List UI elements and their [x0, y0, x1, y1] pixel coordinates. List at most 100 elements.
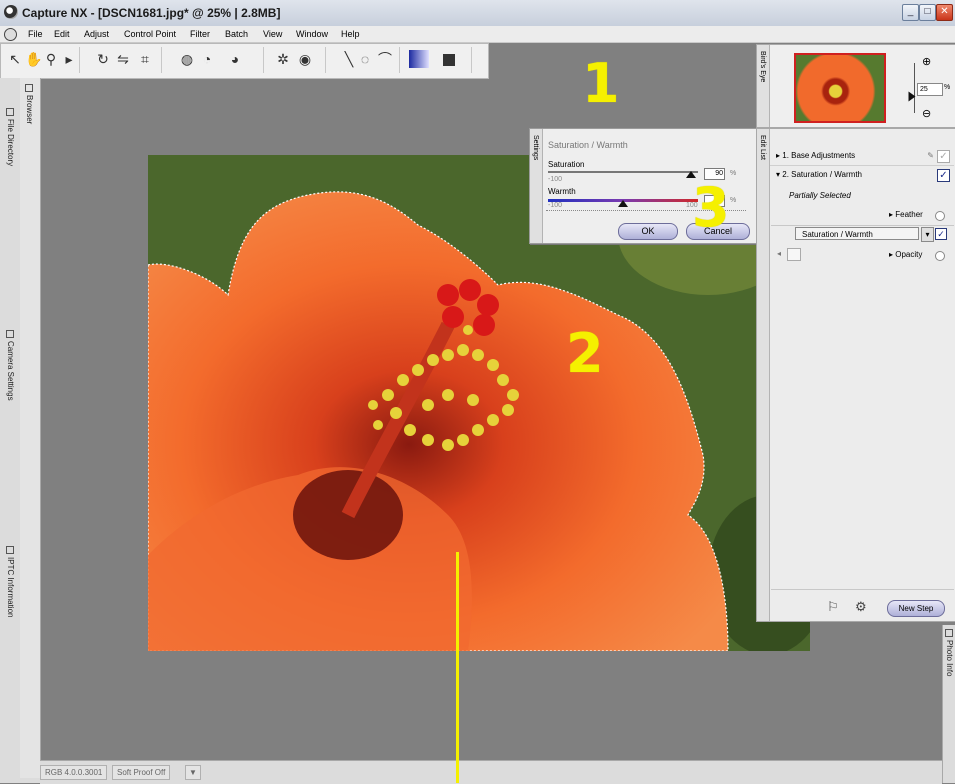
step-base-adjustments[interactable]: ▸ 1. Base Adjustments ✎ ✓	[770, 147, 954, 166]
window-title: Capture NX - [DSCN1681.jpg* @ 25% | 2.8M…	[22, 6, 281, 20]
zoom-value-field[interactable]: 25	[917, 83, 943, 96]
brush-icon: ✎	[927, 151, 934, 160]
expand-icon[interactable]: ▸	[61, 50, 77, 68]
warmth-min: -100	[548, 202, 563, 209]
file-directory-label: File Directory	[6, 119, 15, 167]
soft-proof-status[interactable]: Soft Proof Off	[112, 765, 171, 780]
lasso-icon[interactable]: ◌	[357, 50, 373, 68]
opacity-label: Opacity	[895, 250, 923, 259]
saturation-min: -100	[548, 176, 563, 183]
white-control-point-icon[interactable]: ◕	[227, 50, 243, 68]
dialog-title: Saturation / Warmth	[548, 140, 628, 150]
photo-info-strip: Photo Info	[942, 625, 955, 783]
browser-strip: Browser	[20, 78, 41, 778]
edit-list-side-tab[interactable]: Edit List	[757, 129, 770, 621]
color-control-point-icon[interactable]: ◍	[179, 50, 195, 68]
birds-eye-label: Bird's Eye	[759, 51, 766, 83]
tab-file-directory[interactable]: File Directory	[6, 108, 15, 166]
edit-list-label: Edit List	[759, 135, 766, 160]
blend-checkbox[interactable]: ✓	[935, 228, 947, 240]
red-eye-icon[interactable]: ◉	[297, 50, 313, 68]
maximize-button[interactable]: □	[919, 4, 936, 21]
menu-filter[interactable]: Filter	[190, 29, 210, 39]
fill-icon[interactable]	[443, 54, 455, 66]
rotate-icon[interactable]: ↻	[95, 50, 111, 68]
opacity-radio[interactable]	[935, 251, 945, 261]
zoom-slider-thumb[interactable]	[908, 91, 916, 102]
dropdown-arrow-icon[interactable]: ▾	[921, 227, 934, 242]
settings-label: Settings	[532, 135, 539, 161]
direct-select-icon[interactable]: ↖	[7, 50, 23, 68]
birds-eye-side-tab[interactable]: Bird's Eye	[757, 45, 770, 127]
close-button[interactable]: ✕	[936, 4, 953, 21]
menu-batch[interactable]: Batch	[225, 29, 248, 39]
minimize-button[interactable]: _	[902, 4, 919, 21]
annotation-pointer-line	[456, 552, 459, 783]
saturation-unit: %	[730, 170, 737, 177]
opacity-control[interactable]: ▸ Opacity	[889, 250, 922, 259]
menu-file[interactable]: File	[28, 29, 43, 39]
control-point-menu-icon[interactable]: ⚐	[827, 599, 839, 615]
iptc-label: IPTC Information	[6, 557, 15, 618]
auto-retouch-icon[interactable]: ✲	[275, 50, 291, 68]
zoom-in-icon[interactable]: ⊕	[922, 55, 931, 68]
tab-browser[interactable]: Browser	[25, 84, 34, 124]
zoom-unit: %	[944, 84, 951, 91]
selection-status: Partially Selected	[789, 191, 851, 200]
menu-adjust[interactable]: Adjust	[84, 29, 109, 39]
menu-edit[interactable]: Edit	[54, 29, 70, 39]
marquee-icon[interactable]: ⌒	[377, 50, 393, 68]
saturation-label: Saturation	[548, 160, 585, 169]
photo-info-label: Photo Info	[945, 640, 954, 677]
expand-arrow-icon[interactable]: ▸	[776, 151, 780, 160]
selection-brush-icon[interactable]: ╲	[341, 50, 357, 68]
menu-bar: File Edit Adjust Control Point Filter Ba…	[0, 26, 955, 43]
zoom-out-icon[interactable]: ⊖	[922, 107, 931, 120]
tab-camera-settings[interactable]: Camera Settings	[6, 330, 15, 401]
blend-mode-select[interactable]: Saturation / Warmth	[795, 227, 919, 240]
zoom-icon[interactable]: ⚲	[43, 50, 59, 68]
warmth-label: Warmth	[548, 187, 576, 196]
zoom-slider-track[interactable]	[914, 63, 915, 113]
camera-settings-label: Camera Settings	[6, 341, 15, 401]
annotation-2: 2	[566, 322, 604, 385]
step-saturation-warmth[interactable]: ▾ 2. Saturation / Warmth ✓	[770, 166, 954, 184]
document-icon[interactable]	[4, 28, 17, 41]
edit-list-panel: Edit List ▸ 1. Base Adjustments ✎ ✓ ▾ 2.…	[756, 128, 955, 622]
status-bar: RGB 4.0.0.3001 Soft Proof Off ▼	[40, 760, 942, 784]
annotation-1: 1	[582, 52, 620, 115]
menu-window[interactable]: Window	[296, 29, 328, 39]
opacity-swatch[interactable]	[787, 248, 801, 261]
soft-proof-dropdown-icon[interactable]: ▼	[185, 765, 201, 780]
navigator-thumbnail[interactable]	[794, 53, 886, 123]
ok-button[interactable]: OK	[618, 223, 678, 240]
hand-icon[interactable]: ✋	[25, 50, 42, 68]
feather-label: Feather	[895, 210, 923, 219]
warmth-slider-thumb[interactable]	[618, 200, 628, 207]
left-arrow-icon[interactable]: ◂	[777, 249, 781, 258]
settings-menu-icon[interactable]: ⚙	[855, 599, 867, 615]
collapse-arrow-icon[interactable]: ▾	[776, 170, 780, 179]
menu-control-point[interactable]: Control Point	[124, 29, 176, 39]
step-enable-checkbox[interactable]: ✓	[937, 169, 950, 182]
feather-control[interactable]: ▸ Feather	[889, 210, 923, 219]
tab-photo-info[interactable]: Photo Info	[945, 629, 954, 676]
step-enable-checkbox[interactable]: ✓	[937, 150, 950, 163]
title-bar: Capture NX - [DSCN1681.jpg* @ 25% | 2.8M…	[0, 0, 955, 27]
settings-side-tab[interactable]: Settings	[530, 129, 543, 243]
gradient-icon[interactable]	[409, 50, 429, 68]
menu-help[interactable]: Help	[341, 29, 360, 39]
crop-icon[interactable]: ⌗	[137, 50, 153, 68]
tab-iptc-information[interactable]: IPTC Information	[6, 546, 15, 617]
menu-view[interactable]: View	[263, 29, 282, 39]
new-step-button[interactable]: New Step	[887, 600, 945, 617]
annotation-3: 3	[692, 176, 730, 239]
birds-eye-panel: Bird's Eye ⊕ 25 % ⊖	[756, 44, 955, 128]
warmth-unit: %	[730, 197, 737, 204]
step-label: 2. Saturation / Warmth	[782, 170, 862, 179]
straighten-icon[interactable]: ⇋	[115, 50, 131, 68]
black-control-point-icon[interactable]: ◔	[199, 50, 215, 68]
feather-radio[interactable]	[935, 211, 945, 221]
app-icon[interactable]	[4, 5, 18, 19]
saturation-track[interactable]	[548, 171, 698, 173]
